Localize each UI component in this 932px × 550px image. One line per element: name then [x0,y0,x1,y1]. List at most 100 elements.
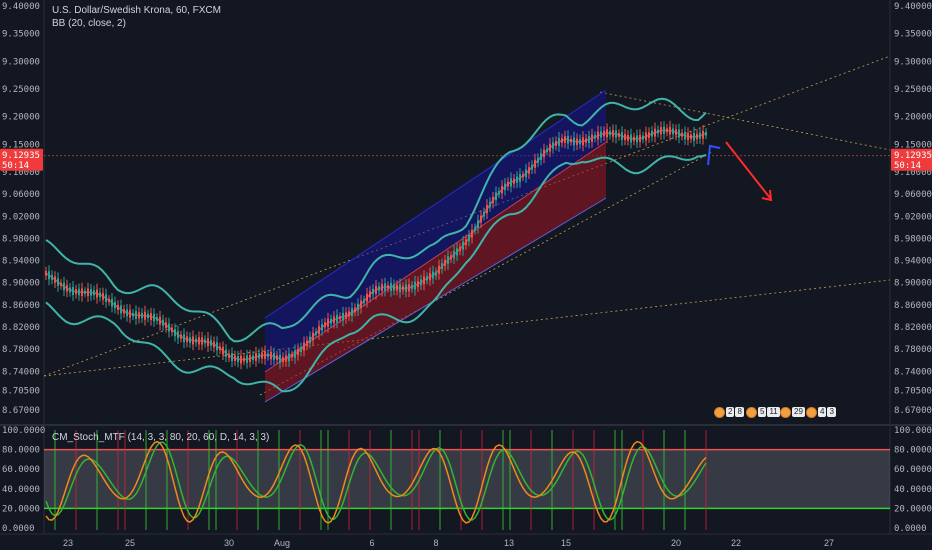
candle-body [297,348,299,356]
candle-body [87,288,89,297]
event-count: 2 [726,407,735,417]
candle-body [609,130,611,136]
candle-body [555,140,557,146]
event-badge[interactable]: 5 11 [746,405,781,419]
candle-body [690,134,692,139]
candle-body [402,286,404,291]
candle-body [687,132,689,140]
candle-body [432,271,434,279]
candle-body [168,323,170,332]
y-tick-label-left: 9.25000 [2,85,40,95]
candle-body [576,138,578,145]
candle-body [651,130,653,137]
candle-body [285,355,287,362]
candle-body [564,136,566,143]
candle-body [246,355,248,363]
candle-body [150,313,152,320]
candle-body [591,134,593,142]
candle-body [153,313,155,322]
stoch-tick-label-right: 100.0000 [894,426,932,436]
candle-body [147,313,149,319]
stoch-tick-label-left: 20.0000 [2,504,40,514]
candle-body [477,220,479,228]
y-tick-label-right: 8.74000 [894,367,932,377]
candle-body [516,176,518,183]
candle-body [456,248,458,256]
x-tick-label: Aug [274,538,290,548]
candle-body [540,153,542,160]
candle-body [201,337,203,345]
event-count: 3 [827,407,836,417]
candle-body [606,129,608,138]
candle-body [615,130,617,138]
chart-canvas[interactable]: 9.40000 9.40000 9.35000 9.35000 9.30000 9.300… [0,0,932,550]
x-tick-label: 22 [731,538,741,548]
candle-body [126,309,128,317]
candle-body [204,339,206,344]
candle-body [330,318,332,324]
event-badge[interactable]: 2 8 [714,405,745,419]
candle-body [57,278,59,286]
candle-body [645,132,647,141]
candle-body [237,356,239,363]
candle-body [453,251,455,259]
candle-body [621,132,623,140]
candle-body [567,136,569,144]
candle-body [585,138,587,143]
y-tick-label-right: 9.02000 [894,212,932,222]
candle-body [675,129,677,136]
candle-body [681,132,683,137]
candle-body [288,353,290,362]
candle-body [66,285,68,292]
candle-body [192,336,194,345]
candle-body [276,355,278,360]
candle-body [678,129,680,138]
x-tick-label: 23 [63,538,73,548]
stoch-tick-label-right: 60.0000 [894,465,932,475]
event-badge[interactable]: 29 [780,405,806,419]
candle-body [291,354,293,358]
candle-body [672,128,674,135]
candle-body [582,137,584,146]
candle-body [441,263,443,269]
event-flag-icon [746,406,757,418]
candle-body [159,316,161,325]
candle-body [360,300,362,308]
y-tick-label-left: 8.67000 [2,406,40,416]
candle-body [105,294,107,302]
y-tick-label-left: 8.70500 [2,387,40,397]
price-tag-countdown: 50:14 [894,161,921,171]
candle-body [306,340,308,346]
candle-body [321,324,323,331]
candle-body [429,273,431,281]
candle-body [84,290,86,294]
stoch-tick-label-right: 80.0000 [894,446,932,456]
candle-body [312,332,314,341]
candle-body [369,291,371,298]
candle-body [543,149,545,158]
candle-body [279,354,281,363]
candle-body [318,326,320,334]
candle-body [522,174,524,178]
candle-body [435,271,437,276]
y-tick-label-left: 9.40000 [2,2,40,12]
candle-body [96,289,98,298]
candle-body [357,303,359,311]
candle-body [243,357,245,362]
event-badge[interactable]: 4 3 [806,405,837,419]
candle-body [162,319,164,326]
candle-body [342,312,344,321]
y-tick-label-left: 8.82000 [2,323,40,333]
candle-body [519,174,521,182]
candle-body [459,246,461,252]
candle-body [468,235,470,242]
x-tick-label: 15 [561,538,571,548]
candle-body [390,283,392,291]
candle-body [552,142,554,149]
y-tick-label-left: 9.02000 [2,212,40,222]
y-tick-label-left: 8.74000 [2,367,40,377]
candle-body [558,137,560,146]
candle-body [249,355,251,362]
x-tick-label: 20 [671,538,681,548]
candle-body [189,337,191,343]
